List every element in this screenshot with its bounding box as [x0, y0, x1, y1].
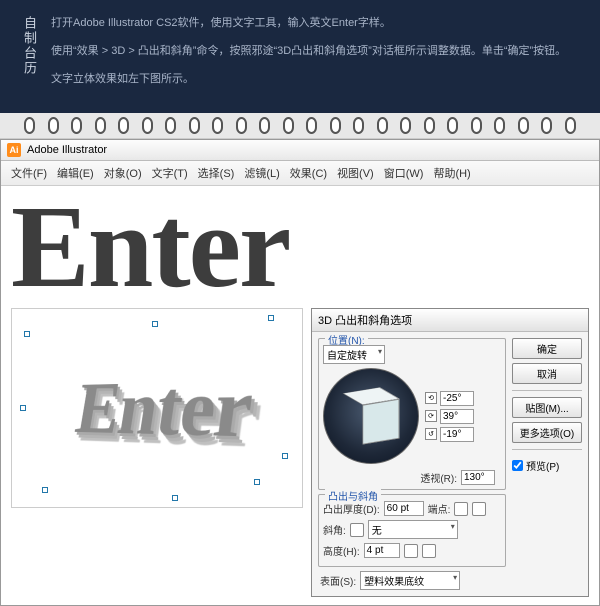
menu-object[interactable]: 对象(O) [100, 164, 146, 182]
map-art-button[interactable]: 贴图(M)... [512, 397, 582, 418]
axis-z-icon: ↺ [425, 428, 437, 440]
surface-label: 表面(S): [320, 573, 356, 588]
height-label: 高度(H): [323, 543, 360, 558]
rotation-trackball[interactable] [323, 368, 419, 464]
perspective-input[interactable]: 130° [461, 470, 495, 485]
flat-enter-text: Enter [11, 188, 589, 306]
extrude-fieldset: 凸出与斜角 凸出厚度(D): 60 pt 端点: 斜角: [318, 494, 506, 567]
selection-handle[interactable] [42, 487, 48, 493]
extrude-bevel-dialog: 3D 凸出和斜角选项 位置(N): 自定旋转 [311, 308, 589, 597]
menu-type[interactable]: 文字(T) [148, 164, 192, 182]
cube-icon [352, 393, 389, 439]
position-combo[interactable]: 自定旋转 [323, 345, 385, 364]
menu-edit[interactable]: 编辑(E) [53, 164, 98, 182]
cap-on-icon[interactable] [454, 502, 468, 516]
bevel-label: 斜角: [323, 522, 346, 537]
extrude-legend: 凸出与斜角 [325, 488, 381, 503]
cancel-button[interactable]: 取消 [512, 363, 582, 384]
cap-off-icon[interactable] [472, 502, 486, 516]
perspective-label: 透视(R): [420, 470, 457, 485]
spiral-binding [0, 113, 600, 139]
menu-window[interactable]: 窗口(W) [380, 164, 428, 182]
menu-filter[interactable]: 滤镜(L) [240, 164, 283, 182]
more-options-button[interactable]: 更多选项(O) [512, 422, 582, 443]
ai-logo-icon: Ai [7, 143, 21, 157]
bevel-preview-icon [350, 523, 364, 537]
ok-button[interactable]: 确定 [512, 338, 582, 359]
surface-combo[interactable]: 塑料效果底纹 [360, 571, 460, 590]
height-input[interactable]: 4 pt [364, 543, 400, 558]
tutorial-p1: 打开Adobe Illustrator CS2软件，使用文字工具，输入英文Ent… [51, 14, 580, 34]
bevel-in-icon[interactable] [404, 544, 418, 558]
axis-y-icon: ⟳ [425, 410, 437, 422]
tutorial-title: 自制台历 [20, 14, 39, 97]
canvas: Enter Enter 3D 凸出和斜角选项 位置(N): [1, 186, 599, 605]
dialog-title: 3D 凸出和斜角选项 [312, 309, 588, 332]
enter-3d-preview[interactable]: Enter [11, 308, 303, 508]
rotate-z-input[interactable]: -19° [440, 427, 474, 442]
app-title: Adobe Illustrator [27, 144, 107, 156]
selection-handle[interactable] [172, 495, 178, 501]
selection-handle[interactable] [282, 453, 288, 459]
rotate-y-input[interactable]: 39° [440, 409, 474, 424]
tutorial-p2: 使用“效果 > 3D > 凸出和斜角”命令，按照邪途“3D凸出和斜角选项”对话框… [51, 42, 580, 62]
enter-3d-text: Enter [71, 360, 258, 458]
selection-handle[interactable] [268, 315, 274, 321]
selection-handle[interactable] [152, 321, 158, 327]
menu-effect[interactable]: 效果(C) [286, 164, 331, 182]
axis-x-icon: ⟲ [425, 392, 437, 404]
menu-select[interactable]: 选择(S) [194, 164, 239, 182]
depth-input[interactable]: 60 pt [384, 501, 424, 516]
menu-help[interactable]: 帮助(H) [429, 164, 474, 182]
depth-label: 凸出厚度(D): [323, 501, 380, 516]
illustrator-window: Ai Adobe Illustrator 文件(F) 编辑(E) 对象(O) 文… [0, 139, 600, 606]
selection-handle[interactable] [254, 479, 260, 485]
position-fieldset: 位置(N): 自定旋转 [318, 338, 506, 490]
preview-label: 预览(P) [526, 458, 559, 473]
bevel-combo[interactable]: 无 [368, 520, 458, 539]
rotate-x-input[interactable]: -25° [440, 391, 474, 406]
preview-checkbox-input[interactable] [512, 460, 523, 471]
selection-handle[interactable] [20, 405, 26, 411]
preview-checkbox[interactable]: 预览(P) [512, 458, 582, 473]
cap-label: 端点: [428, 501, 451, 516]
tutorial-p3: 文字立体效果如左下图所示。 [51, 70, 580, 90]
tutorial-body: 打开Adobe Illustrator CS2软件，使用文字工具，输入英文Ent… [51, 14, 580, 97]
bevel-out-icon[interactable] [422, 544, 436, 558]
menu-view[interactable]: 视图(V) [333, 164, 378, 182]
menu-file[interactable]: 文件(F) [7, 164, 51, 182]
titlebar: Ai Adobe Illustrator [1, 140, 599, 161]
selection-handle[interactable] [24, 331, 30, 337]
